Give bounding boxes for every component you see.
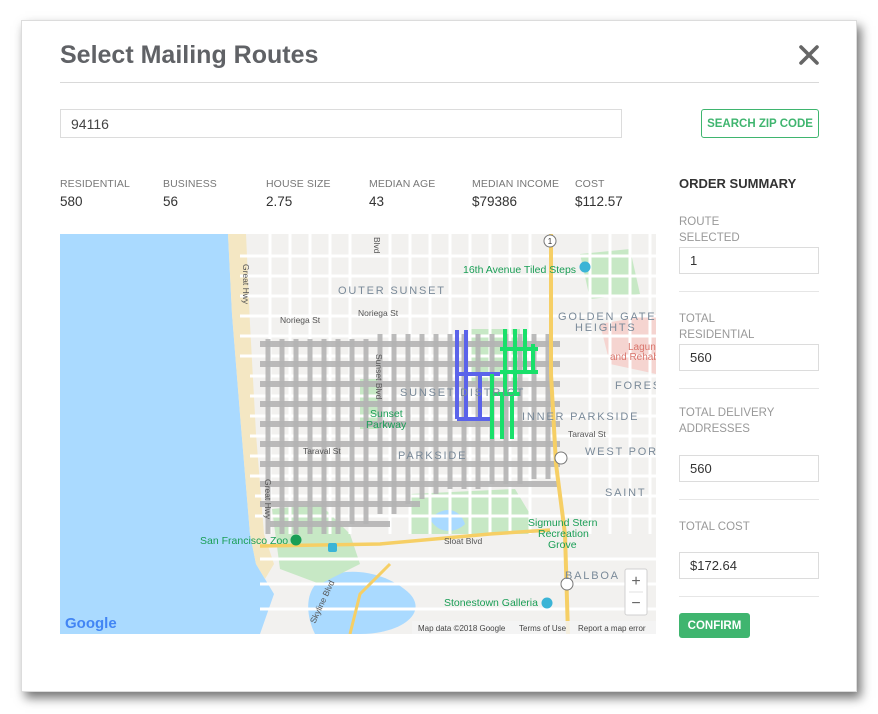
bus-stop-icon bbox=[328, 543, 337, 552]
confirm-button[interactable]: CONFIRM bbox=[679, 613, 750, 638]
route-selected-field[interactable] bbox=[679, 247, 819, 274]
label-laguna-rehab: and Rehab bbox=[610, 352, 656, 363]
total-delivery-field[interactable] bbox=[679, 455, 819, 482]
stat-label: MEDIAN INCOME bbox=[472, 178, 560, 190]
label-zoo: San Francisco Zoo bbox=[200, 535, 288, 547]
title-divider bbox=[60, 82, 819, 83]
zip-code-input[interactable] bbox=[60, 109, 622, 138]
route-marker-label: 1 bbox=[548, 237, 553, 246]
route-selected-label: ROUTE SELECTED bbox=[679, 216, 740, 244]
google-logo: Google bbox=[65, 615, 117, 632]
order-divider bbox=[679, 388, 819, 389]
label-noriega-1: Noriega St bbox=[280, 315, 321, 325]
total-residential-label: TOTAL RESIDENTIAL bbox=[679, 313, 755, 341]
total-delivery-label: TOTAL DELIVERY ADDRESSES bbox=[679, 407, 775, 435]
stat-value: 43 bbox=[369, 194, 385, 209]
mall-pin-icon bbox=[541, 597, 553, 609]
report-error-link[interactable]: Report a map error bbox=[578, 624, 646, 633]
label-noriega-2: Noriega St bbox=[358, 308, 399, 318]
label-parkside: PARKSIDE bbox=[398, 450, 467, 462]
order-divider bbox=[679, 499, 819, 500]
stat-label: MEDIAN AGE bbox=[369, 178, 436, 190]
label-sunset-district: SUNSET DISTRICT bbox=[400, 387, 525, 399]
label-sunset-parkway-2: Parkway bbox=[366, 419, 407, 431]
stat-business: BUSINESS 56 bbox=[163, 178, 217, 209]
order-divider bbox=[679, 291, 819, 292]
search-zip-code-button[interactable]: SEARCH ZIP CODE bbox=[701, 109, 819, 138]
map-attribution: Map data ©2018 Google bbox=[418, 624, 506, 633]
stat-value: 580 bbox=[60, 194, 83, 209]
label-saint: SAINT bbox=[605, 487, 646, 499]
map-canvas[interactable]: 1 OUTER SUNSET SUNSET DISTRICT PARKSIDE … bbox=[60, 234, 656, 634]
steps-pin-icon bbox=[579, 261, 591, 273]
label-balboa: BALBOA bbox=[565, 570, 620, 582]
stat-value: 56 bbox=[163, 194, 179, 209]
label-forest: FORES bbox=[615, 380, 656, 392]
mailing-routes-modal: Select Mailing Routes SEARCH ZIP CODE RE… bbox=[21, 20, 857, 692]
label-great-hwy-2: Great Hwy bbox=[263, 479, 273, 520]
label-tiled-steps: 16th Avenue Tiled Steps bbox=[463, 264, 576, 276]
route-map[interactable]: 1 OUTER SUNSET SUNSET DISTRICT PARKSIDE … bbox=[60, 234, 656, 634]
label-heights: HEIGHTS bbox=[575, 322, 637, 334]
label-inner-parkside: INNER PARKSIDE bbox=[522, 411, 639, 423]
order-summary-title: ORDER SUMMARY bbox=[679, 176, 797, 191]
total-cost-label: TOTAL COST bbox=[679, 521, 750, 533]
stat-residential: RESIDENTIAL 580 bbox=[60, 178, 130, 209]
label-great-hwy-1: Great Hwy bbox=[241, 264, 251, 305]
stat-label: COST bbox=[575, 178, 605, 190]
terms-link[interactable]: Terms of Use bbox=[519, 624, 567, 633]
stat-cost: COST $112.57 bbox=[575, 178, 623, 209]
stat-value: $79386 bbox=[472, 194, 518, 209]
close-icon[interactable] bbox=[797, 43, 821, 67]
stat-house-size: HOUSE SIZE 2.75 bbox=[266, 178, 331, 209]
stat-value: $112.57 bbox=[575, 194, 623, 209]
total-cost-field[interactable] bbox=[679, 552, 819, 579]
route-marker-mid bbox=[554, 451, 568, 465]
modal-title: Select Mailing Routes bbox=[60, 41, 319, 69]
zoo-pin-icon bbox=[290, 534, 302, 546]
label-grove: Grove bbox=[548, 539, 577, 551]
stat-value: 2.75 bbox=[266, 194, 293, 209]
total-residential-field[interactable] bbox=[679, 344, 819, 371]
label-blvd: Blvd bbox=[372, 237, 382, 254]
stat-label: BUSINESS bbox=[163, 178, 217, 190]
zoom-in-button[interactable]: + bbox=[631, 573, 640, 590]
label-outer-sunset: OUTER SUNSET bbox=[338, 285, 446, 297]
stat-label: HOUSE SIZE bbox=[266, 178, 331, 190]
label-taraval-1: Taraval St bbox=[568, 429, 606, 439]
stat-median-age: MEDIAN AGE 43 bbox=[369, 178, 435, 209]
stat-label: RESIDENTIAL bbox=[60, 178, 130, 190]
label-taraval-2: Taraval St bbox=[303, 446, 341, 456]
stat-median-income: MEDIAN INCOME $79386 bbox=[472, 178, 559, 209]
zoom-out-button[interactable]: − bbox=[631, 595, 640, 612]
label-west-portal: WEST POR bbox=[585, 446, 656, 458]
label-sunset-blvd: Sunset Blvd bbox=[374, 354, 384, 400]
label-stonestown: Stonestown Galleria bbox=[444, 597, 538, 609]
label-sloat: Sloat Blvd bbox=[444, 536, 483, 546]
order-divider bbox=[679, 596, 819, 597]
